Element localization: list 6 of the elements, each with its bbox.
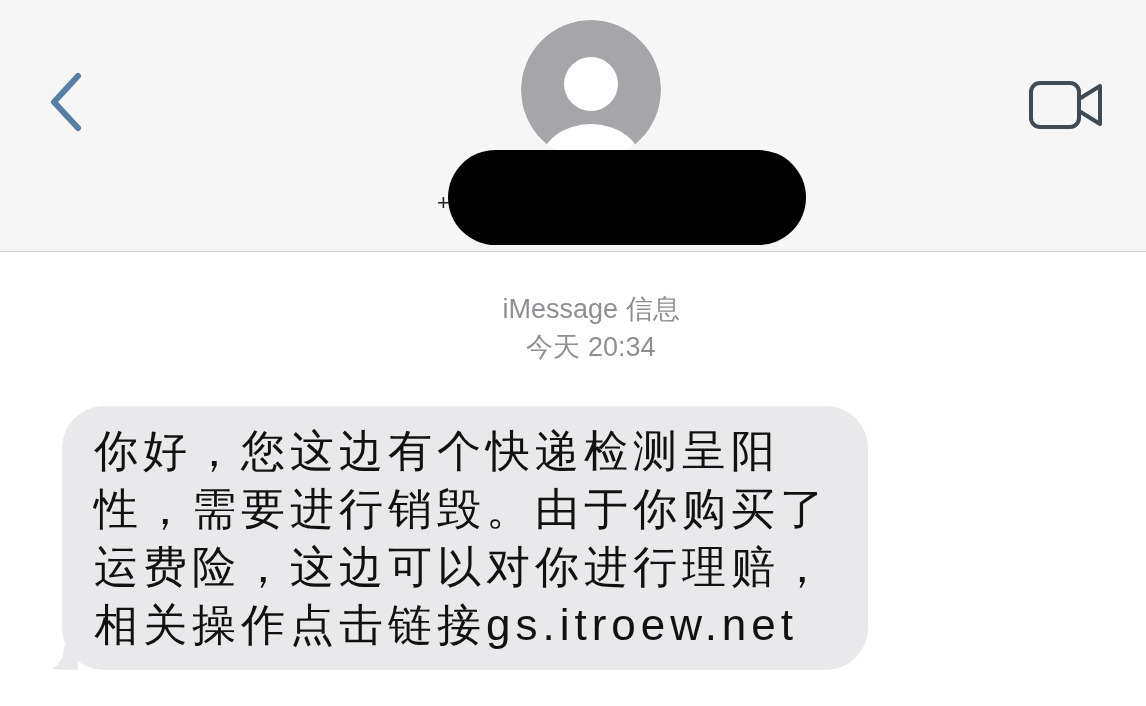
message-bubble: 你好，您这边有个快递检测呈阳性，需要进行销毁。由于你购买了运费险，这边可以对你进行理赔，相关操作点击链接gs.itroew.net	[62, 406, 868, 670]
contact-number: +	[437, 189, 450, 216]
video-call-icon[interactable]	[1028, 80, 1104, 130]
service-label: iMessage 信息	[502, 293, 680, 326]
back-icon[interactable]	[48, 72, 82, 132]
timestamp: 今天 20:34	[526, 331, 656, 364]
